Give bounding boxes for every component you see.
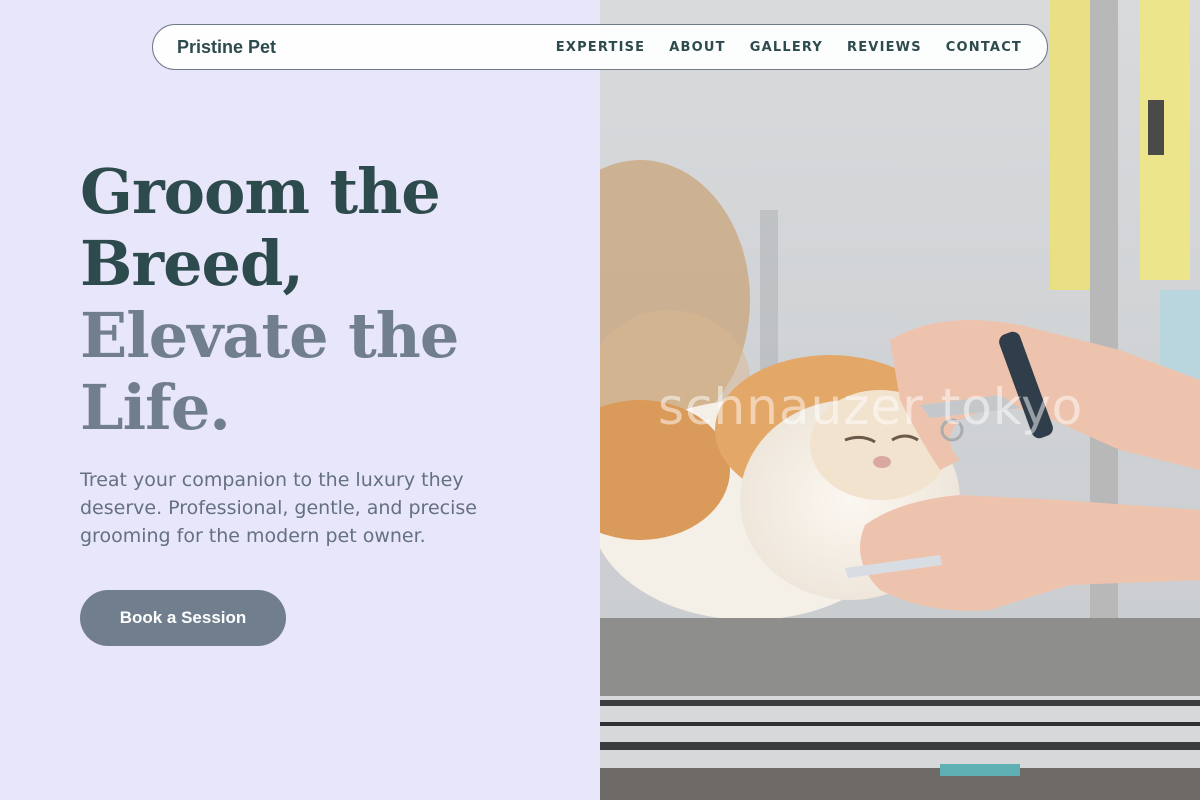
nav-link-expertise[interactable]: EXPERTISE (556, 40, 646, 55)
nav-link-contact[interactable]: CONTACT (946, 40, 1022, 55)
nav-link-gallery[interactable]: GALLERY (750, 40, 823, 55)
hero-heading-line-1: Groom the (80, 155, 441, 228)
hero-heading-line-3: Elevate the (80, 299, 459, 372)
cat-grooming-image (600, 0, 1200, 800)
nav-links: EXPERTISE ABOUT GALLERY REVIEWS CONTACT (556, 40, 1022, 55)
hero-heading: Groom the Breed, Elevate the Life. (80, 156, 560, 444)
brand-logo[interactable]: Pristine Pet (177, 37, 276, 58)
hero-heading-line-2: Breed, (80, 227, 304, 300)
hero-subtitle: Treat your companion to the luxury they … (80, 469, 477, 547)
nav-link-about[interactable]: ABOUT (669, 40, 725, 55)
book-session-button[interactable]: Book a Session (80, 590, 286, 646)
hero-heading-line-4: Life. (80, 371, 231, 444)
hero-photo (600, 0, 1200, 800)
top-navbar: Pristine Pet EXPERTISE ABOUT GALLERY REV… (152, 24, 1048, 70)
nav-link-reviews[interactable]: REVIEWS (847, 40, 922, 55)
